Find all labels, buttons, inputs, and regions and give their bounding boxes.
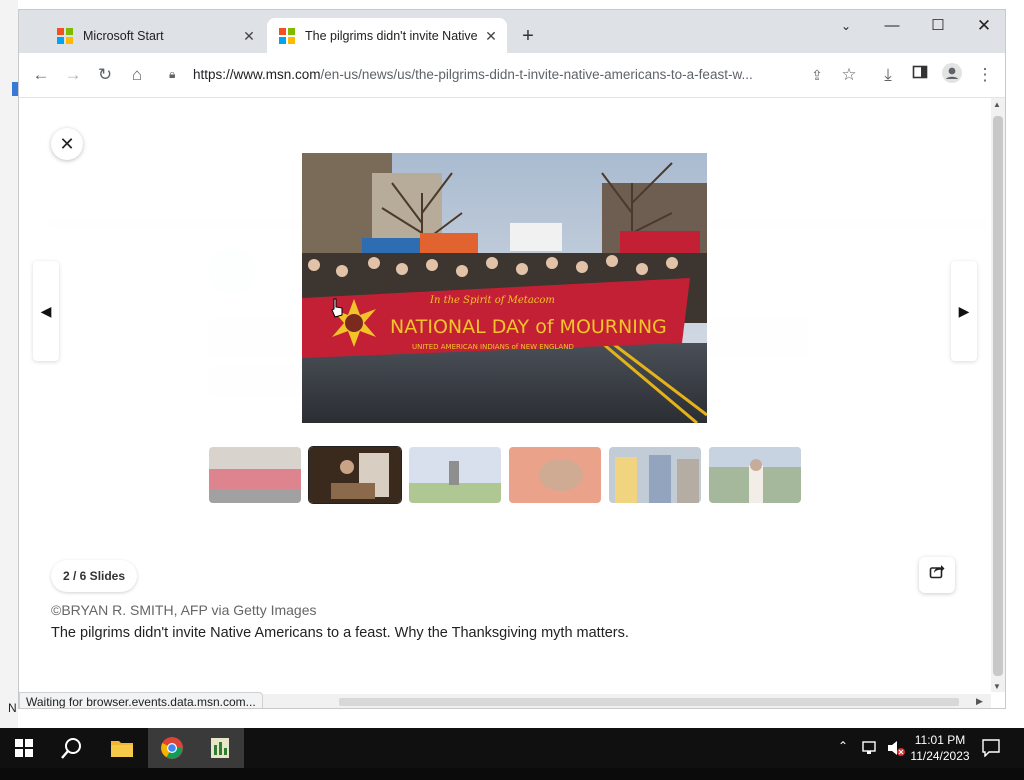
bookmark-star-icon[interactable]: ☆	[837, 63, 861, 87]
search-button[interactable]	[48, 728, 96, 768]
horizontal-scroll-thumb[interactable]	[339, 698, 959, 706]
tab-strip: Microsoft Start ✕ The pilgrims didn't in…	[19, 10, 1005, 53]
network-icon[interactable]	[862, 740, 880, 780]
desktop-background: N Microsoft Start ✕ The pilgrims didn't …	[0, 0, 1024, 728]
thumbnail-3[interactable]	[409, 447, 501, 503]
scroll-down-icon[interactable]: ▼	[993, 682, 1001, 691]
browser-toolbar: ← → ↻ ⌂ 🔒︎ https://www.msn.com/en-us/new…	[19, 53, 1005, 98]
tab-title: The pilgrims didn't invite Native	[305, 28, 478, 43]
side-panel-icon[interactable]	[908, 63, 932, 87]
windows-logo-icon	[15, 739, 33, 757]
thumbnail-1[interactable]	[209, 447, 301, 503]
scroll-up-icon[interactable]: ▲	[993, 100, 1001, 109]
profile-avatar-icon[interactable]	[940, 63, 964, 87]
url-text: https://www.msn.com/en-us/news/us/the-pi…	[193, 67, 753, 82]
show-hidden-icons[interactable]: ⌃	[838, 739, 848, 779]
microsoft-logo-icon	[279, 27, 295, 44]
tab-article[interactable]: The pilgrims didn't invite Native ✕	[267, 18, 507, 53]
photo-credit: ©BRYAN R. SMITH, AFP via Getty Images	[51, 602, 317, 618]
menu-kebab-icon[interactable]: ⋮	[973, 63, 997, 87]
clock-time: 11:01 PM	[914, 733, 966, 747]
background-window-text: N	[8, 701, 17, 715]
clock-date: 11/24/2023	[910, 749, 970, 763]
share-button[interactable]	[919, 557, 955, 593]
spreadsheet-app-button[interactable]	[196, 728, 244, 768]
reload-icon[interactable]: ↻	[93, 63, 117, 87]
close-gallery-button[interactable]: ✕	[51, 128, 83, 160]
chrome-taskbar-button[interactable]	[148, 728, 196, 768]
share-page-icon[interactable]: ⇪	[805, 63, 829, 87]
tab-title: Microsoft Start	[83, 28, 164, 43]
close-tab-icon[interactable]: ✕	[483, 28, 499, 44]
search-icon	[61, 738, 81, 759]
chrome-icon	[161, 737, 183, 759]
thumbnail-5[interactable]	[609, 447, 701, 503]
banner-subtitle-text: UNITED AMERICAN INDIANS of NEW ENGLAND	[412, 343, 574, 351]
vertical-scroll-thumb[interactable]	[993, 116, 1003, 676]
notifications-icon[interactable]	[982, 739, 1000, 779]
page-content: ✕ ◀ ▶ In the Spirit of Metacom NATIONAL …	[19, 98, 989, 708]
new-tab-button[interactable]: +	[517, 25, 539, 47]
address-bar[interactable]: 🔒︎ https://www.msn.com/en-us/news/us/the…	[159, 59, 851, 91]
thumbnail-4[interactable]	[509, 447, 601, 503]
system-clock[interactable]: 11:01 PM 11/24/2023	[905, 732, 975, 764]
home-icon[interactable]: ⌂	[125, 63, 149, 87]
tab-microsoft-start[interactable]: Microsoft Start ✕	[37, 18, 265, 53]
spreadsheet-icon	[211, 738, 229, 758]
volume-muted-icon[interactable]	[886, 739, 906, 779]
forward-icon[interactable]: →	[61, 63, 85, 87]
scroll-right-icon[interactable]: ▶	[976, 696, 983, 707]
file-explorer-button[interactable]	[98, 728, 146, 768]
banner-title-text: NATIONAL DAY of MOURNING	[390, 316, 667, 338]
image-gallery-overlay: ✕ ◀ ▶ In the Spirit of Metacom NATIONAL …	[19, 98, 989, 694]
status-bar: Waiting for browser.events.data.msn.com.…	[19, 692, 263, 708]
folder-icon	[111, 741, 133, 757]
gallery-main-image[interactable]: In the Spirit of Metacom NATIONAL DAY of…	[302, 153, 707, 423]
back-icon[interactable]: ←	[29, 63, 53, 87]
close-tab-icon[interactable]: ✕	[241, 28, 257, 44]
minimize-button[interactable]: —	[869, 10, 915, 44]
browser-window: Microsoft Start ✕ The pilgrims didn't in…	[18, 9, 1006, 709]
tab-search-icon[interactable]: ⌄	[823, 10, 869, 44]
windows-taskbar: ⌃ 11:01 PM 11/24/2023	[0, 728, 1024, 768]
background-window-edge: N	[0, 0, 18, 728]
previous-slide-button[interactable]: ◀	[33, 261, 59, 361]
hand-cursor-icon	[331, 298, 343, 318]
vertical-scrollbar[interactable]: ▲ ▼	[991, 98, 1005, 692]
download-icon[interactable]: ⤓	[876, 63, 900, 87]
thumbnail-6[interactable]	[709, 447, 801, 503]
slide-counter-badge: 2 / 6 Slides	[51, 560, 138, 592]
thumbnail-2[interactable]	[309, 447, 401, 503]
close-window-button[interactable]: ✕	[961, 10, 1005, 44]
microsoft-logo-icon	[57, 27, 73, 44]
share-icon	[929, 565, 945, 579]
photo-caption: The pilgrims didn't invite Native Americ…	[51, 625, 629, 641]
banner-script-text: In the Spirit of Metacom	[429, 295, 555, 306]
start-button[interactable]	[0, 728, 48, 768]
lock-icon: 🔒︎	[169, 67, 176, 81]
maximize-button[interactable]: ☐	[915, 10, 961, 44]
next-slide-button[interactable]: ▶	[951, 261, 977, 361]
